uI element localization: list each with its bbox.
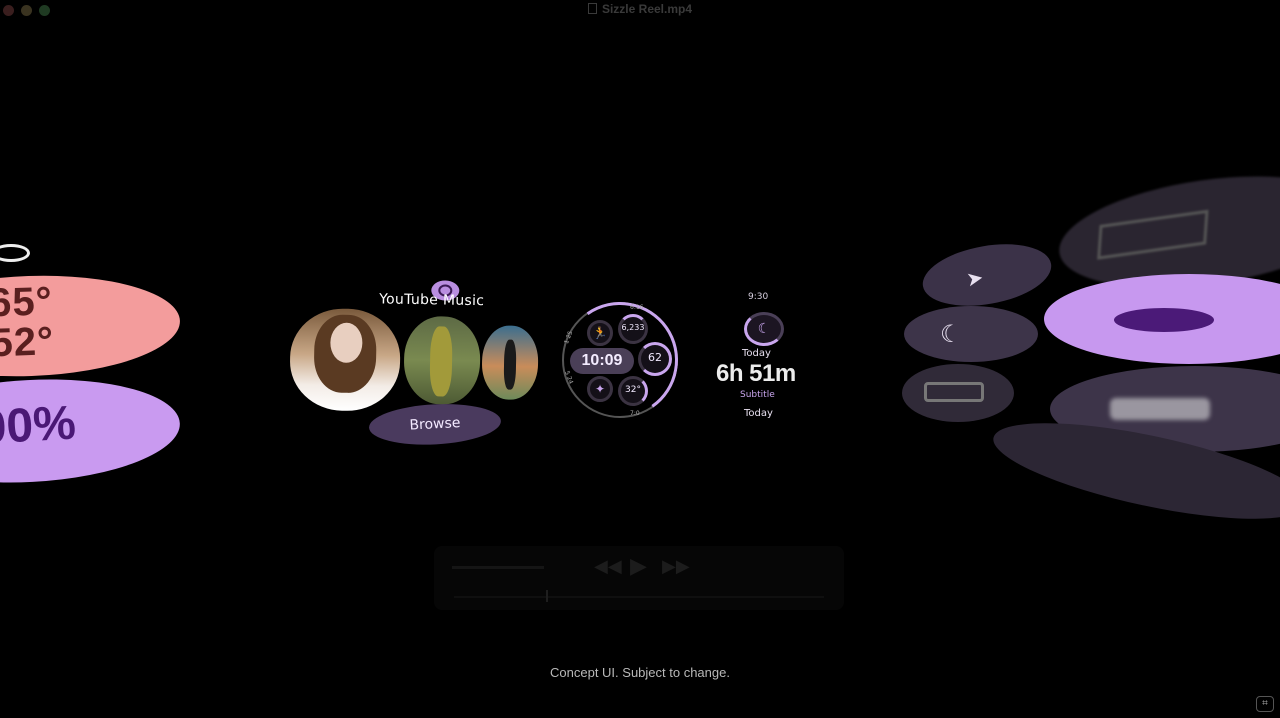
browse-button[interactable]: Browse	[368, 400, 502, 448]
sleep-day-label: Today	[742, 348, 771, 359]
settings-bar	[1110, 398, 1210, 420]
temperature-complication[interactable]: 32°	[618, 376, 648, 406]
progress-knob[interactable]	[546, 590, 548, 602]
sleep-time: 9:30	[748, 292, 769, 302]
percent-value: 00%	[0, 396, 78, 455]
play-icon[interactable]: ▶	[630, 554, 647, 579]
sleep-duration: 6h 51m	[716, 360, 796, 387]
album-art-2[interactable]	[403, 315, 481, 406]
bedtime-tile[interactable]: ☾	[904, 306, 1038, 362]
weather-tile: 65° 52°	[0, 270, 182, 382]
window-title: Sizzle Reel.mp4	[0, 2, 1280, 16]
watch-face-tile: 6:16 1 25 5 24 7:0 🏃 6,233 10:09 62 ✦ 32…	[552, 292, 688, 428]
sleep-tile: 9:30 ☾ Today 6h 51m Subtitle Today	[710, 290, 830, 430]
sleep-footer: Today	[744, 408, 773, 419]
heart-rate-complication[interactable]: 62	[638, 342, 672, 376]
watch-label-top: 6:16	[630, 304, 644, 311]
sparkle-icon[interactable]: ✦	[587, 376, 613, 402]
window-titlebar: Sizzle Reel.mp4	[0, 0, 1280, 20]
temp-low: 52°	[0, 319, 55, 366]
sleep-ring-icon: ☾	[744, 312, 784, 346]
youtube-music-title: YouTube Music	[379, 291, 485, 310]
window-title-text: Sizzle Reel.mp4	[601, 2, 693, 16]
media-indicator	[1114, 308, 1214, 332]
watch-label-bottom-right: 7:0	[630, 410, 640, 417]
rewind-icon[interactable]: ◀◀	[594, 556, 622, 577]
steps-complication[interactable]: 6,233	[618, 314, 648, 344]
album-art-3[interactable]	[481, 325, 539, 401]
moon-icon: ☾	[940, 320, 962, 348]
video-player-controls: ◀◀ ▶ ▶▶	[434, 546, 844, 610]
battery-icon	[924, 382, 984, 402]
running-icon[interactable]: 🏃	[587, 320, 613, 346]
document-icon	[587, 3, 597, 14]
navigation-arrow-icon: ➤	[964, 264, 986, 292]
battery-tile[interactable]	[902, 364, 1014, 422]
watch-time: 10:09	[570, 348, 634, 374]
live-text-icon[interactable]: ⌗	[1256, 696, 1274, 712]
progress-bar[interactable]	[454, 596, 824, 598]
sleep-subtitle: Subtitle	[740, 390, 775, 400]
album-art-figure	[429, 326, 453, 397]
navigation-tile[interactable]: ➤	[917, 235, 1057, 315]
youtube-music-tile: YouTube Music Browse	[285, 278, 548, 453]
fast-forward-icon[interactable]: ▶▶	[662, 556, 690, 577]
weather-temps: 65° 52°	[0, 279, 55, 366]
envelope-icon	[1097, 209, 1209, 260]
battery-percent-tile: 00%	[0, 372, 183, 490]
album-art-figure	[503, 339, 517, 390]
album-art-1[interactable]	[289, 307, 401, 412]
media-tile[interactable]	[1044, 274, 1280, 364]
temp-high: 65°	[0, 279, 54, 326]
progress-ring-icon	[0, 244, 30, 262]
caption-text: Concept UI. Subject to change.	[550, 665, 730, 680]
volume-slider[interactable]	[452, 566, 544, 569]
